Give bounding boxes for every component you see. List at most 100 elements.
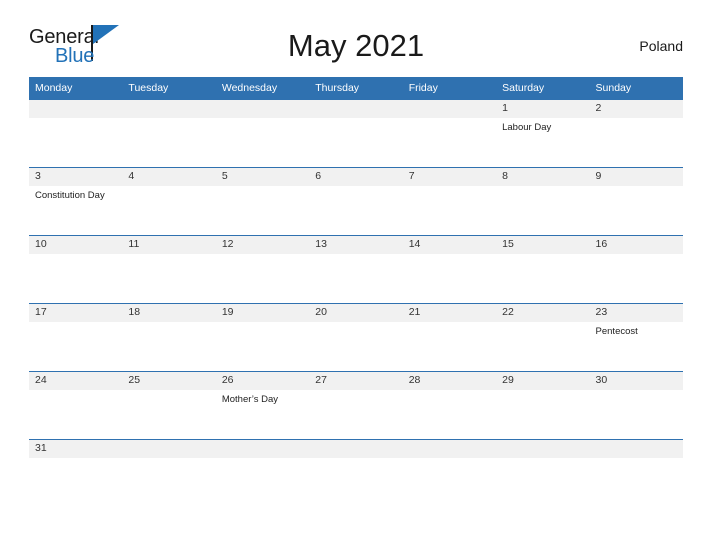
weekday-header-row: Monday Tuesday Wednesday Thursday Friday… (29, 77, 683, 100)
day-number: 3 (29, 168, 123, 186)
calendar-day-cell[interactable]: 4 (122, 167, 216, 236)
day-number: 7 (402, 168, 497, 186)
calendar-day-cell[interactable]: 15 (496, 235, 590, 304)
country-label: Poland (639, 38, 683, 54)
day-number: 8 (496, 168, 590, 186)
day-number (496, 440, 590, 458)
day-number: 14 (402, 236, 497, 254)
day-number: 9 (589, 168, 683, 186)
day-number: 4 (122, 168, 216, 186)
calendar-week-row: 17 18 19 20 21 22 23 Pentecost (29, 303, 683, 372)
calendar-day-cell[interactable]: 17 (29, 303, 123, 372)
calendar-day-cell[interactable]: 27 (309, 371, 403, 440)
calendar-week-row: 24 25 26 Mother’s Day 27 28 29 30 (29, 371, 683, 440)
day-number: 6 (309, 168, 403, 186)
calendar-day-cell[interactable]: 6 (309, 167, 403, 236)
calendar-day-cell[interactable] (122, 99, 216, 168)
day-number: 5 (215, 168, 310, 186)
day-number (402, 100, 497, 118)
calendar-day-cell[interactable]: 14 (402, 235, 497, 304)
calendar-body: 1 Labour Day 2 3 Constitution Day 4 5 6 7 … (29, 99, 683, 460)
day-number: 11 (122, 236, 216, 254)
weekday-header-thursday: Thursday (309, 77, 403, 100)
day-event: Pentecost (595, 326, 638, 337)
day-number: 25 (122, 372, 216, 390)
day-number (402, 440, 497, 458)
weekday-header-saturday: Saturday (496, 77, 590, 100)
calendar-day-cell[interactable]: 12 (215, 235, 310, 304)
calendar-day-cell[interactable] (402, 99, 497, 168)
calendar-week-row: 3 Constitution Day 4 5 6 7 8 9 (29, 167, 683, 236)
weekday-header-sunday: Sunday (589, 77, 683, 100)
day-number: 15 (496, 236, 590, 254)
day-number: 10 (29, 236, 123, 254)
calendar-day-cell[interactable]: 13 (309, 235, 403, 304)
calendar-day-cell[interactable]: 31 (29, 439, 123, 460)
calendar-day-cell[interactable]: 21 (402, 303, 497, 372)
calendar-day-cell[interactable]: 22 (496, 303, 590, 372)
calendar-day-cell[interactable]: 16 (589, 235, 683, 304)
day-number: 31 (29, 440, 123, 458)
calendar-day-cell[interactable]: 2 (589, 99, 683, 168)
day-number: 13 (309, 236, 403, 254)
calendar-table: Monday Tuesday Wednesday Thursday Friday… (29, 77, 683, 460)
day-number (309, 100, 403, 118)
day-number: 16 (589, 236, 683, 254)
calendar-week-row: 1 Labour Day 2 (29, 99, 683, 168)
calendar-day-cell[interactable] (589, 439, 683, 460)
day-number: 27 (309, 372, 403, 390)
calendar-day-cell[interactable]: 30 (589, 371, 683, 440)
calendar-grid: Monday Tuesday Wednesday Thursday Friday… (29, 77, 683, 460)
day-number (122, 100, 216, 118)
calendar-day-cell[interactable]: 1 Labour Day (496, 99, 590, 168)
calendar-week-row: 10 11 12 13 14 15 16 (29, 235, 683, 304)
day-number (29, 100, 123, 118)
calendar-page: General Blue May 2021 Poland Monday Tues… (0, 0, 712, 550)
calendar-day-cell[interactable]: 10 (29, 235, 123, 304)
calendar-day-cell[interactable]: 25 (122, 371, 216, 440)
calendar-day-cell[interactable]: 8 (496, 167, 590, 236)
calendar-day-cell[interactable] (122, 439, 216, 460)
weekday-header-wednesday: Wednesday (215, 77, 310, 100)
day-number: 17 (29, 304, 123, 322)
day-number (215, 100, 310, 118)
calendar-day-cell[interactable] (215, 439, 310, 460)
day-number: 28 (402, 372, 497, 390)
day-number: 23 (589, 304, 683, 322)
weekday-header-friday: Friday (402, 77, 497, 100)
day-event: Constitution Day (35, 190, 105, 201)
day-number: 24 (29, 372, 123, 390)
calendar-day-cell[interactable]: 29 (496, 371, 590, 440)
day-number: 18 (122, 304, 216, 322)
calendar-day-cell[interactable]: 7 (402, 167, 497, 236)
calendar-day-cell[interactable] (215, 99, 310, 168)
calendar-day-cell[interactable]: 23 Pentecost (589, 303, 683, 372)
day-number (215, 440, 310, 458)
day-number (309, 440, 403, 458)
calendar-day-cell[interactable] (496, 439, 590, 460)
calendar-day-cell[interactable]: 24 (29, 371, 123, 440)
calendar-day-cell[interactable] (29, 99, 123, 168)
weekday-header-monday: Monday (29, 77, 123, 100)
day-number: 26 (215, 372, 310, 390)
calendar-day-cell[interactable]: 20 (309, 303, 403, 372)
day-number: 1 (496, 100, 590, 118)
calendar-day-cell[interactable] (402, 439, 497, 460)
calendar-day-cell[interactable]: 11 (122, 235, 216, 304)
calendar-day-cell[interactable] (309, 439, 403, 460)
day-number: 2 (589, 100, 683, 118)
calendar-day-cell[interactable]: 19 (215, 303, 310, 372)
calendar-day-cell[interactable] (309, 99, 403, 168)
calendar-day-cell[interactable]: 18 (122, 303, 216, 372)
page-header: General Blue May 2021 Poland (29, 24, 683, 72)
calendar-day-cell[interactable]: 3 Constitution Day (29, 167, 123, 236)
day-number: 20 (309, 304, 403, 322)
day-number: 30 (589, 372, 683, 390)
day-event: Mother’s Day (221, 394, 278, 405)
day-number: 12 (215, 236, 310, 254)
calendar-day-cell[interactable]: 5 (215, 167, 310, 236)
calendar-day-cell[interactable]: 28 (402, 371, 497, 440)
day-number (589, 440, 683, 458)
calendar-day-cell[interactable]: 26 Mother’s Day (215, 371, 310, 440)
calendar-day-cell[interactable]: 9 (589, 167, 683, 236)
